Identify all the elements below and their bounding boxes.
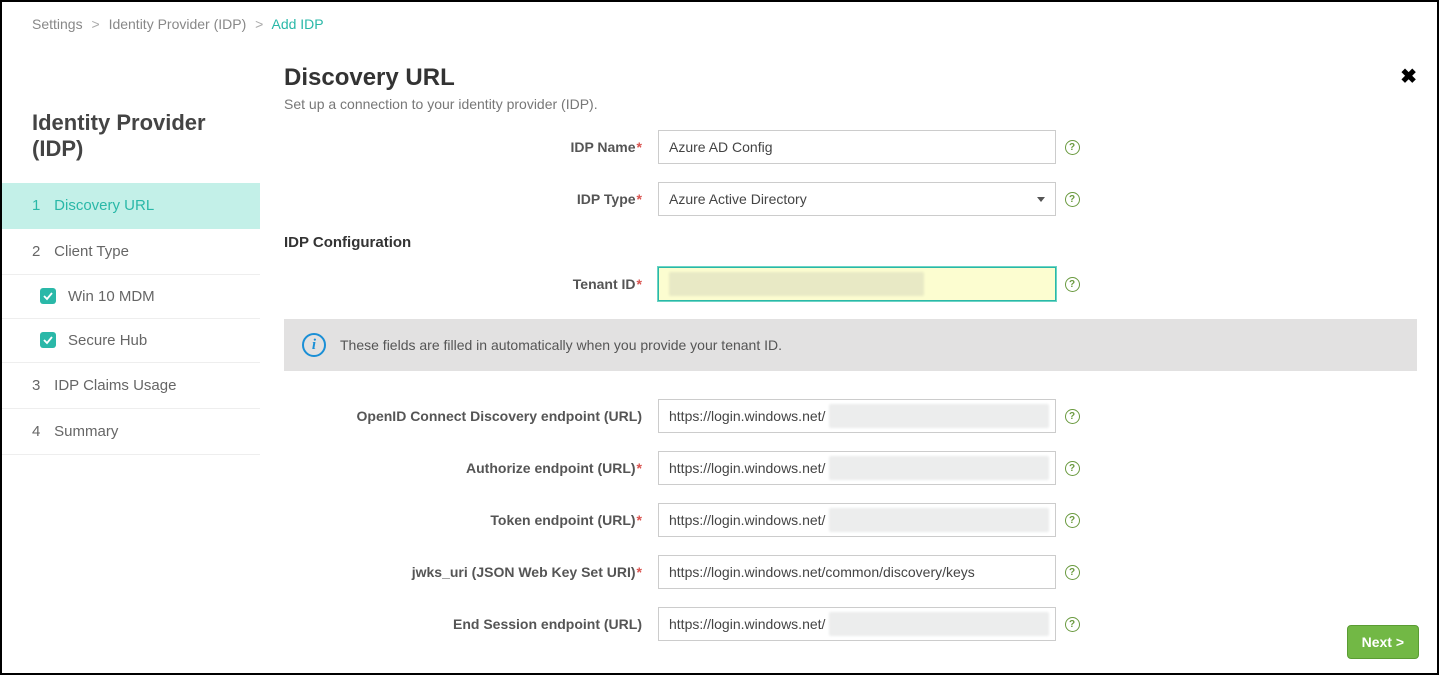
step-summary[interactable]: 4 Summary [2, 409, 260, 455]
step-client-type[interactable]: 2 Client Type [2, 229, 260, 275]
help-icon[interactable]: ? [1065, 513, 1080, 528]
step-label: Client Type [54, 243, 129, 260]
help-icon[interactable]: ? [1065, 277, 1080, 292]
next-button[interactable]: Next > [1347, 625, 1419, 659]
info-icon: i [302, 333, 326, 357]
idp-type-label: IDP Type* [284, 191, 658, 207]
help-icon[interactable]: ? [1065, 617, 1080, 632]
tenant-id-input[interactable] [658, 267, 1056, 301]
info-text: These fields are filled in automatically… [340, 337, 782, 353]
tenant-id-label: Tenant ID* [284, 276, 658, 292]
chevron-down-icon [1037, 197, 1045, 202]
idp-type-select[interactable]: Azure Active Directory [658, 182, 1056, 216]
token-input[interactable]: https://login.windows.net/ [658, 503, 1056, 537]
idp-configuration-heading: IDP Configuration [284, 234, 1417, 251]
step-idp-claims-usage[interactable]: 3 IDP Claims Usage [2, 363, 260, 409]
help-icon[interactable]: ? [1065, 461, 1080, 476]
main-panel: Discovery URL Set up a connection to you… [260, 44, 1437, 667]
help-icon[interactable]: ? [1065, 565, 1080, 580]
help-icon[interactable]: ? [1065, 192, 1080, 207]
breadcrumb-item[interactable]: Identity Provider (IDP) [109, 16, 247, 32]
info-banner: i These fields are filled in automatical… [284, 319, 1417, 371]
openid-label: OpenID Connect Discovery endpoint (URL) [284, 408, 658, 424]
breadcrumb-sep: > [91, 16, 99, 32]
step-number: 4 [32, 423, 50, 440]
sidebar-title: Identity Provider (IDP) [2, 110, 260, 163]
step-label: Summary [54, 423, 118, 440]
step-number: 2 [32, 243, 50, 260]
step-label: Discovery URL [54, 197, 154, 214]
checkbox-checked-icon [40, 288, 56, 304]
breadcrumb: Settings > Identity Provider (IDP) > Add… [2, 2, 1437, 44]
help-icon[interactable]: ? [1065, 409, 1080, 424]
token-label: Token endpoint (URL)* [284, 512, 658, 528]
idp-name-input[interactable] [658, 130, 1056, 164]
authorize-label: Authorize endpoint (URL)* [284, 460, 658, 476]
close-icon[interactable]: ✖ [1400, 64, 1417, 89]
step-discovery-url[interactable]: 1 Discovery URL [2, 183, 260, 229]
checkbox-checked-icon [40, 332, 56, 348]
jwks-input[interactable] [658, 555, 1056, 589]
breadcrumb-item[interactable]: Settings [32, 16, 83, 32]
authorize-input[interactable]: https://login.windows.net/ [658, 451, 1056, 485]
end-session-label: End Session endpoint (URL) [284, 616, 658, 632]
page-subtitle: Set up a connection to your identity pro… [284, 96, 598, 112]
step-number: 1 [32, 197, 50, 214]
sidebar: Identity Provider (IDP) 1 Discovery URL … [2, 44, 260, 667]
substep-win10-mdm[interactable]: Win 10 MDM [2, 275, 260, 319]
idp-type-value: Azure Active Directory [669, 191, 807, 207]
substep-label: Secure Hub [68, 332, 147, 349]
jwks-label: jwks_uri (JSON Web Key Set URI)* [284, 564, 658, 580]
end-session-input[interactable]: https://login.windows.net/ [658, 607, 1056, 641]
step-number: 3 [32, 377, 50, 394]
breadcrumb-current: Add IDP [271, 16, 323, 32]
page-title: Discovery URL [284, 64, 598, 92]
substep-secure-hub[interactable]: Secure Hub [2, 319, 260, 363]
idp-name-label: IDP Name* [284, 139, 658, 155]
breadcrumb-sep: > [255, 16, 263, 32]
step-label: IDP Claims Usage [54, 377, 176, 394]
help-icon[interactable]: ? [1065, 140, 1080, 155]
openid-input[interactable]: https://login.windows.net/ [658, 399, 1056, 433]
substep-label: Win 10 MDM [68, 288, 155, 305]
